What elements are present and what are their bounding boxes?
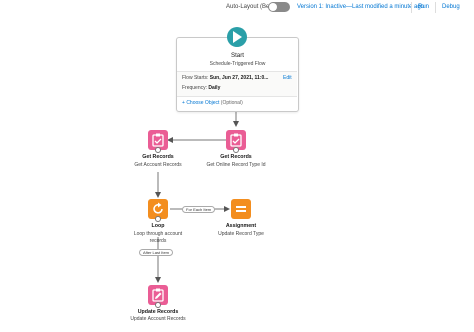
node-port bbox=[155, 302, 161, 308]
for-each-item-pill[interactable]: For Each Item bbox=[182, 206, 216, 213]
start-title: Start bbox=[230, 52, 245, 59]
update-type: Update Records bbox=[137, 309, 179, 315]
get-account-type: Get Records bbox=[142, 154, 174, 160]
after-last-item-pill[interactable]: After Last Item bbox=[139, 249, 174, 256]
update-records-icon bbox=[152, 288, 164, 302]
choose-object-link[interactable]: + Choose Object (Optional) bbox=[182, 100, 243, 106]
edit-schedule-link[interactable]: Edit bbox=[283, 75, 292, 81]
loop-icon bbox=[153, 202, 163, 214]
start-subtitle: Schedule-Triggered Flow bbox=[209, 61, 266, 67]
get-online-type: Get Records bbox=[220, 154, 252, 160]
choose-object-optional: (Optional) bbox=[220, 100, 243, 106]
frequency-row: Frequency: Daily bbox=[182, 85, 220, 91]
get-online-label: Get Online Record Type Id bbox=[206, 162, 266, 168]
assignment-node[interactable] bbox=[231, 199, 251, 219]
plus-icon: + bbox=[182, 100, 185, 106]
assignment-label: Update Record Type bbox=[218, 231, 264, 237]
choose-object-label: Choose Object bbox=[186, 100, 220, 106]
loop-label: Loop through account records bbox=[133, 231, 183, 244]
assignment-type: Assignment bbox=[225, 223, 257, 229]
loop-type: Loop bbox=[151, 223, 165, 229]
get-records-icon bbox=[152, 133, 164, 147]
get-records-icon bbox=[230, 133, 242, 147]
get-account-label: Get Account Records bbox=[134, 162, 182, 168]
frequency-value: Daily bbox=[208, 85, 221, 91]
equals-icon bbox=[236, 206, 246, 212]
node-port bbox=[233, 147, 239, 153]
flow-starts-row: Flow Starts: Sun, Jun 27, 2021, 11:0... bbox=[182, 75, 268, 81]
update-label: Update Account Records bbox=[130, 316, 186, 322]
node-port bbox=[155, 216, 161, 222]
start-icon bbox=[227, 27, 247, 47]
flow-starts-value: Sun, Jun 27, 2021, 11:0... bbox=[209, 75, 269, 81]
flow-starts-label: Flow Starts: bbox=[182, 75, 209, 81]
frequency-label: Frequency: bbox=[182, 85, 208, 91]
node-port bbox=[155, 147, 161, 153]
